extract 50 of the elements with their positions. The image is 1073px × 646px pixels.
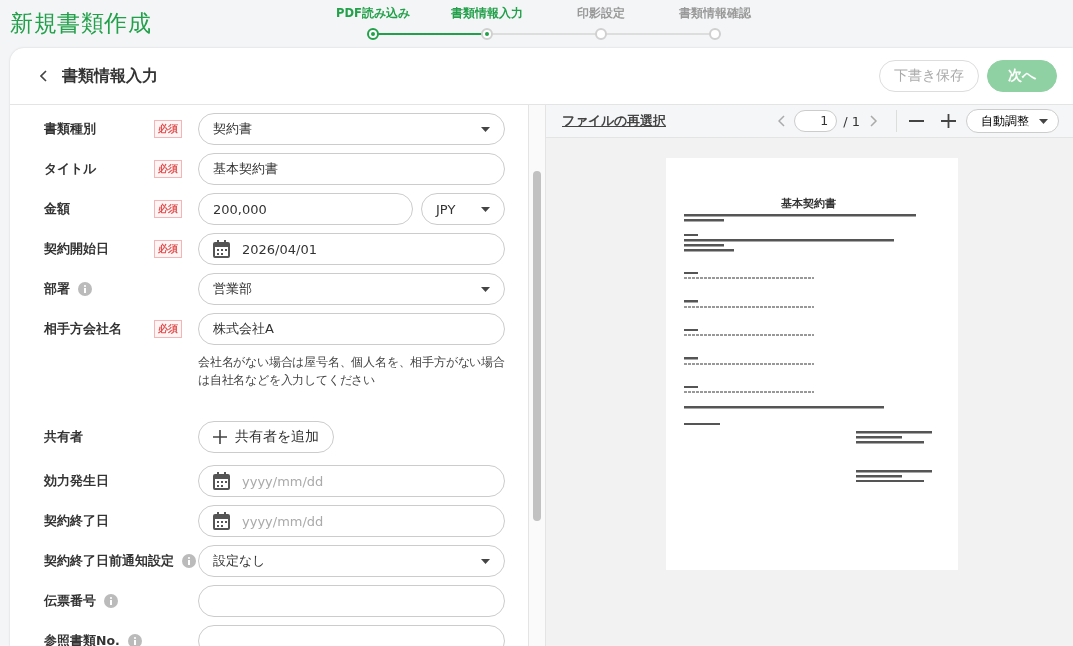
calendar-icon — [213, 512, 230, 530]
caret-icon — [481, 286, 490, 292]
document-title: 基本契約書 — [779, 196, 837, 211]
step-label: 書類情報入力 — [451, 6, 523, 22]
field-label: 契約終了日 — [44, 512, 109, 530]
text-lines-drawing — [684, 300, 698, 303]
page-title: 新規書類作成 — [10, 9, 151, 38]
page-number-field[interactable]: 1 — [794, 110, 838, 132]
text-lines-drawing — [684, 422, 720, 425]
field-label: 金額 — [44, 200, 70, 218]
page-total: / 1 — [843, 113, 860, 129]
field-label: タイトル — [44, 160, 96, 178]
caret-icon — [1039, 118, 1048, 124]
text-lines-drawing — [684, 328, 698, 331]
zoom-in-icon — [941, 114, 956, 128]
field-label: 契約終了日前通知設定 — [44, 552, 174, 570]
chevron-left-icon — [778, 115, 787, 127]
calendar-icon — [213, 472, 230, 490]
reselect-file-link[interactable]: ファイルの再選択 — [562, 112, 666, 130]
required-tag: 必須 — [154, 320, 182, 338]
field-label: 書類種別 — [44, 120, 96, 138]
required-tag: 必須 — [154, 240, 182, 258]
field-label: 伝票番号 — [44, 592, 96, 610]
step-label: 書類情報確認 — [679, 6, 751, 22]
step-label: 印影設定 — [577, 6, 625, 22]
field-label: 部署 — [44, 280, 70, 298]
field-label: 共有者 — [44, 428, 83, 446]
zoom-select[interactable]: 自動調整 — [966, 109, 1059, 133]
required-tag: 必須 — [154, 200, 182, 218]
caret-icon — [481, 206, 490, 212]
add-sharer-button[interactable]: 共有者を追加 — [198, 421, 334, 453]
calendar-icon — [213, 240, 230, 258]
back-icon — [40, 70, 48, 82]
caret-icon — [481, 558, 490, 564]
helper-text: 会社名がない場合は屋号名、個人名を、相手方がない場合は自社名などを入力してください — [198, 354, 505, 389]
field-label: 参照書類No. — [44, 632, 120, 646]
caret-icon — [481, 126, 490, 132]
text-lines-drawing — [684, 233, 698, 236]
card-title: 書類情報入力 — [62, 65, 159, 87]
text-lines-drawing — [684, 357, 698, 360]
field-label: 効力発生日 — [44, 472, 109, 490]
required-tag: 必須 — [154, 160, 182, 178]
text-lines-drawing — [684, 271, 698, 274]
step-label: PDF読み込み — [336, 6, 410, 22]
plus-icon — [213, 430, 227, 444]
text-lines-drawing — [684, 385, 698, 388]
chevron-right-icon — [870, 115, 878, 127]
field-label: 相手方会社名 — [44, 320, 122, 338]
field-label: 契約開始日 — [44, 240, 109, 258]
required-tag: 必須 — [154, 120, 182, 138]
